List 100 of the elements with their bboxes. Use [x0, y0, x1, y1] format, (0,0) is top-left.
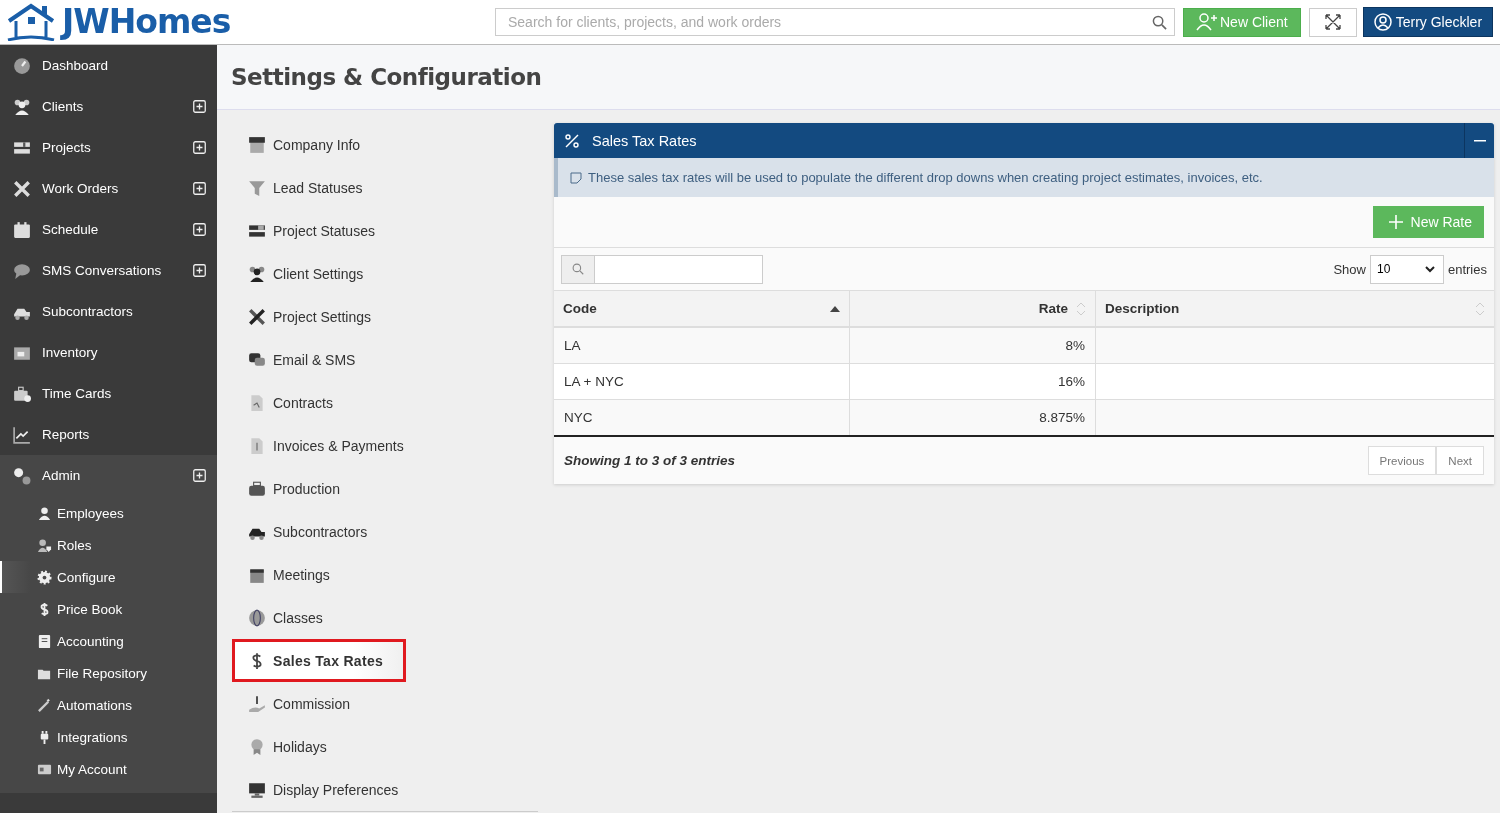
sidebar-item[interactable]: Time Cards [0, 373, 217, 414]
funnel-icon [248, 178, 266, 197]
settings-menu-item[interactable]: Email & SMS [232, 338, 538, 381]
logo-text: JWHomes [62, 3, 231, 41]
line-chart-icon [13, 425, 31, 444]
briefcase-icon [13, 384, 31, 403]
settings-menu-item[interactable]: Client Settings [232, 252, 538, 295]
table-cell: 8.875% [849, 399, 1096, 436]
sidebar-subitem[interactable]: Integrations [0, 721, 217, 753]
search-icon [1152, 15, 1167, 30]
sidebar-item[interactable]: Inventory [0, 332, 217, 373]
person-icon [37, 505, 52, 521]
sidebar-item[interactable]: Dashboard [0, 45, 217, 86]
chevron-down-icon [1424, 265, 1435, 273]
expand-plus-icon[interactable] [193, 469, 206, 482]
settings-menu-item[interactable]: Contracts [232, 381, 538, 424]
book-icon [37, 633, 52, 649]
note-icon [570, 171, 582, 184]
search-icon [572, 263, 584, 275]
table-cell: 8% [849, 327, 1096, 364]
search-field[interactable]: Search for clients, projects, and work orders [495, 8, 1175, 36]
settings-menu-item[interactable]: Holidays [232, 725, 538, 768]
settings-menu-item[interactable]: Display Preferences [232, 768, 538, 811]
sidebar-subitem[interactable]: File Repository [0, 657, 217, 689]
sidebar-item[interactable]: Reports [0, 414, 217, 455]
document-icon [248, 393, 266, 412]
expand-plus-icon[interactable] [193, 141, 206, 154]
magic-wand-icon [37, 697, 52, 713]
calendar-icon [13, 220, 31, 239]
sidebar-item[interactable]: Clients [0, 86, 217, 127]
page-size-select[interactable]: 10 [1369, 254, 1444, 284]
show-label: Show [1333, 261, 1366, 277]
sidebar-subitem[interactable]: Accounting [0, 625, 217, 657]
table-cell: LA + NYC [554, 363, 850, 400]
settings-menu-item[interactable]: Subcontractors [232, 510, 538, 553]
column-header[interactable]: Description [1095, 291, 1494, 327]
tools-icon [248, 307, 266, 326]
settings-menu-item[interactable]: Project Statuses [232, 209, 538, 252]
document-icon [248, 436, 266, 455]
sidebar-item[interactable]: Subcontractors [0, 291, 217, 332]
percent-icon [564, 132, 580, 149]
table-cell: 16% [849, 363, 1096, 400]
sort-icon [1076, 301, 1086, 316]
entries-summary: Showing 1 to 3 of 3 entries [564, 453, 736, 468]
monitor-icon [248, 780, 266, 799]
info-text: These sales tax rates will be used to populate the different drop downs when creating project estimates, invoices, etc. [588, 170, 1263, 185]
sidebar-subitem[interactable]: Roles [0, 529, 217, 561]
house-logo-icon [6, 3, 56, 41]
sidebar-item[interactable]: Projects [0, 127, 217, 168]
store-icon [248, 135, 266, 154]
user-circle-icon [1373, 13, 1392, 31]
pagination-button[interactable]: Previous [1367, 446, 1437, 475]
person-shield-icon [37, 537, 52, 553]
settings-menu-item[interactable]: Classes [232, 596, 538, 639]
sidebar-item[interactable]: SMS Conversations [0, 250, 217, 291]
sidebar-item[interactable]: Work Orders [0, 168, 217, 209]
chat-bubbles-icon [248, 350, 266, 369]
table-cell: LA [554, 327, 850, 364]
toolbox-icon [248, 479, 266, 498]
settings-menu-item[interactable]: Lead Statuses [232, 166, 538, 209]
settings-menu-item[interactable]: Commission [232, 682, 538, 725]
people-icon [13, 97, 31, 116]
settings-menu-item[interactable]: Meetings [232, 553, 538, 596]
chat-bubble-icon [13, 261, 31, 280]
plus-icon [1387, 214, 1404, 230]
add-user-icon [1196, 13, 1218, 31]
sidebar-subitem[interactable]: Automations [0, 689, 217, 721]
entries-label: entries [1447, 261, 1487, 277]
settings-menu-item[interactable]: Sales Tax Rates [232, 639, 406, 682]
settings-menu-item[interactable]: Invoices & Payments [232, 424, 538, 467]
award-icon [248, 737, 266, 756]
expand-plus-icon[interactable] [193, 264, 206, 277]
settings-menu-item[interactable]: Production [232, 467, 538, 510]
sort-icon [1475, 301, 1485, 316]
page-title: Settings & Configuration [217, 45, 1500, 110]
fullscreen-button[interactable] [1308, 7, 1357, 37]
sidebar-subitem[interactable]: Price Book [0, 593, 217, 625]
globe-icon [248, 608, 266, 627]
user-menu-button[interactable]: Terry Gleckler [1362, 7, 1494, 37]
sidebar-subitem[interactable]: Employees [0, 497, 217, 529]
gauge-icon [13, 56, 31, 75]
sidebar-item[interactable]: Admin [0, 455, 217, 496]
column-header[interactable]: Rate [849, 291, 1096, 327]
expand-plus-icon[interactable] [193, 100, 206, 113]
expand-plus-icon[interactable] [193, 223, 206, 236]
expand-icon [1323, 13, 1342, 31]
sidebar-subitem[interactable]: My Account [0, 753, 217, 785]
tools-icon [13, 179, 31, 198]
column-header[interactable]: Code [554, 291, 850, 327]
pagination-button[interactable]: Next [1436, 446, 1484, 475]
minus-icon [1473, 139, 1486, 142]
settings-menu-item[interactable]: Company Info [232, 123, 538, 166]
settings-menu-item[interactable]: Project Settings [232, 295, 538, 338]
table-cell: NYC [554, 399, 850, 436]
panel-title: Sales Tax Rates [592, 132, 698, 149]
table-search-field[interactable] [595, 254, 763, 284]
people-icon [248, 264, 266, 283]
sidebar-item[interactable]: Schedule [0, 209, 217, 250]
expand-plus-icon[interactable] [193, 182, 206, 195]
gear-icon [37, 569, 52, 585]
